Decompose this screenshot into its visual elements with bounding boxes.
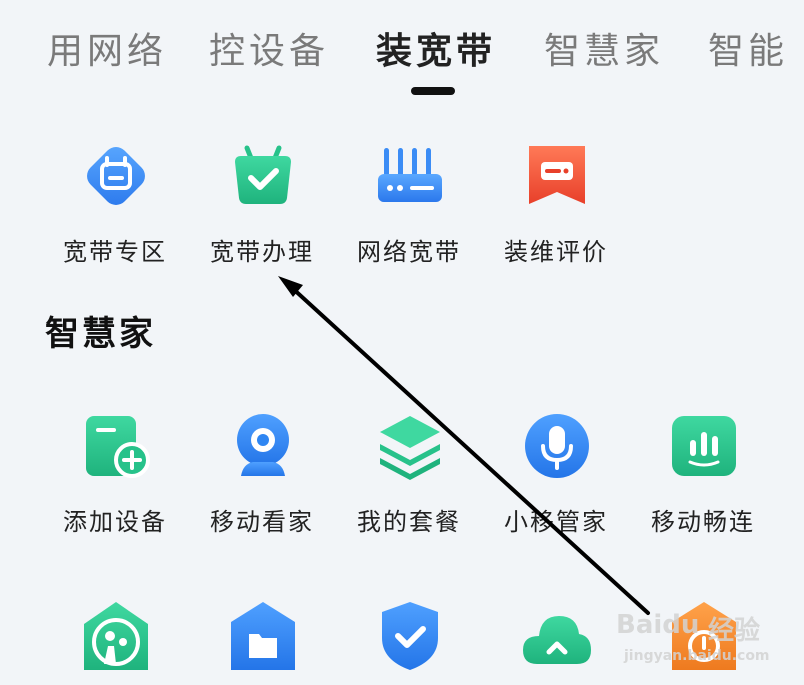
tab-install-broadband[interactable]: 装宽带 [376, 22, 496, 74]
cloud-item[interactable] [481, 598, 631, 685]
broadband-zone-item[interactable]: 宽带专区 [40, 140, 190, 270]
watermark-suffix: 经验 [708, 616, 761, 646]
broadband-zone-icon [87, 147, 145, 205]
category-tabs: 用网络 控设备 装宽带 智慧家 智能 [0, 0, 804, 100]
smart-home-section-title: 智慧家 [45, 314, 156, 354]
broadband-apply-label: 宽带办理 [210, 238, 314, 266]
tab-smart[interactable]: 智能 [708, 22, 788, 74]
add-device-icon [86, 416, 150, 478]
xiaoyi-butler-label: 小移管家 [504, 508, 608, 536]
active-tab-indicator [411, 87, 455, 95]
watermark-url: jingyan.baidu.com [624, 648, 770, 664]
family-home-icon [84, 602, 148, 670]
files-item[interactable] [187, 598, 337, 685]
install-review-item[interactable]: 装维评价 [481, 140, 631, 270]
add-device-label: 添加设备 [63, 508, 167, 536]
install-review-label: 装维评价 [504, 238, 608, 266]
xiaoyi-butler-item[interactable]: 小移管家 [481, 410, 631, 540]
family-home-item[interactable] [40, 598, 190, 685]
broadband-apply-icon [235, 145, 291, 204]
security-item[interactable] [334, 598, 484, 685]
mobile-connect-label: 移动畅连 [651, 508, 755, 536]
broadband-zone-label: 宽带专区 [63, 238, 167, 266]
tab-smart-home[interactable]: 智慧家 [544, 22, 664, 74]
broadband-apply-item[interactable]: 宽带办理 [187, 140, 337, 270]
tab-network[interactable]: 用网络 [47, 22, 167, 74]
review-icon [529, 146, 585, 204]
add-device-item[interactable]: 添加设备 [40, 410, 190, 540]
mobile-home-watch-label: 移动看家 [210, 508, 314, 536]
network-broadband-label: 网络宽带 [357, 238, 461, 266]
my-package-label: 我的套餐 [357, 508, 461, 536]
cloud-icon [523, 616, 591, 664]
microphone-icon [525, 414, 589, 478]
package-layers-icon [380, 416, 440, 480]
folder-icon [231, 602, 295, 670]
router-icon [378, 148, 442, 202]
baidu-watermark: Baidu 经验 jingyan.baidu.com [612, 598, 802, 678]
network-broadband-item[interactable]: 网络宽带 [334, 140, 484, 270]
security-shield-icon [382, 602, 438, 670]
watermark-brand: Baidu [616, 610, 700, 640]
tab-control-device[interactable]: 控设备 [209, 22, 329, 74]
camera-icon [237, 414, 289, 476]
chat-icon [672, 416, 736, 476]
my-package-item[interactable]: 我的套餐 [334, 410, 484, 540]
mobile-connect-item[interactable]: 移动畅连 [628, 410, 778, 540]
mobile-home-watch-item[interactable]: 移动看家 [187, 410, 337, 540]
